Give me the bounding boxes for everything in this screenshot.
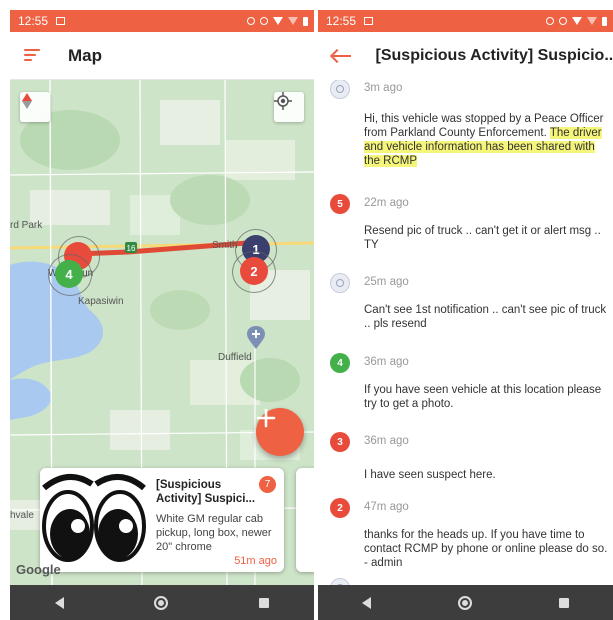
signal-icon bbox=[288, 17, 298, 25]
nav-recents-icon[interactable] bbox=[559, 597, 570, 608]
plus-icon bbox=[256, 408, 276, 428]
navigation-bar bbox=[10, 585, 314, 620]
message-time: 47m ago bbox=[364, 501, 409, 513]
wifi-icon bbox=[273, 17, 283, 25]
user-avatar: 4 bbox=[330, 353, 350, 373]
navigation-bar bbox=[318, 585, 613, 620]
map-label-park: rd Park bbox=[10, 220, 43, 231]
location-icon bbox=[546, 17, 554, 25]
app-bar: Map bbox=[10, 32, 314, 80]
nav-home-icon[interactable] bbox=[457, 595, 472, 610]
message-text: If you have seen vehicle at this locatio… bbox=[364, 384, 602, 410]
message-text: thanks for the heads up. If you have tim… bbox=[364, 529, 608, 569]
system-avatar-icon bbox=[330, 578, 350, 585]
battery-icon bbox=[303, 16, 308, 26]
next-report-card[interactable] bbox=[296, 468, 314, 572]
message-text: Hi, this vehicle was stopped by a Peace … bbox=[364, 112, 610, 168]
nav-back-icon[interactable] bbox=[361, 596, 371, 609]
map-label-hvale: hvale bbox=[10, 510, 34, 521]
report-description: White GM regular cab pickup, long box, n… bbox=[156, 513, 272, 553]
report-title: [Suspicious Activity] Suspici... bbox=[156, 479, 256, 505]
report-card[interactable]: [Suspicious Activity] Suspici... 7 White… bbox=[40, 468, 284, 572]
google-logo: Google bbox=[16, 562, 61, 577]
nav-home-icon[interactable] bbox=[154, 595, 169, 610]
system-avatar-icon bbox=[330, 273, 350, 293]
message-time: 22m ago bbox=[364, 197, 409, 209]
signal-icon bbox=[587, 17, 597, 25]
message-text: Can't see 1st notification .. can't see … bbox=[364, 304, 607, 330]
page-title: [Suspicious Activity] Suspicio... bbox=[375, 47, 613, 64]
user-avatar: 2 bbox=[330, 498, 350, 518]
svg-text:16: 16 bbox=[127, 244, 136, 253]
my-location-button[interactable] bbox=[274, 92, 304, 122]
status-bar: 12:55 bbox=[318, 10, 613, 32]
do-not-disturb-icon bbox=[559, 17, 567, 25]
menu-icon[interactable] bbox=[24, 48, 40, 63]
status-time: 12:55 bbox=[326, 14, 357, 28]
location-icon bbox=[247, 17, 255, 25]
cartoon-eyes-image bbox=[42, 474, 146, 562]
message-time: 36m ago bbox=[364, 356, 409, 368]
wifi-icon bbox=[572, 17, 582, 25]
nav-back-icon[interactable] bbox=[55, 596, 65, 609]
map-pin-2[interactable]: 2 bbox=[240, 257, 268, 285]
message-time: 36m ago bbox=[364, 435, 409, 447]
back-arrow-icon[interactable] bbox=[329, 46, 354, 66]
report-thumbnail bbox=[40, 468, 146, 572]
message-feed[interactable]: 3m ago Hi, this vehicle was stopped by a… bbox=[318, 80, 613, 585]
map-marker-icon[interactable] bbox=[246, 326, 266, 350]
message-time: 25m ago bbox=[364, 276, 409, 288]
crosshair-icon bbox=[274, 92, 292, 110]
system-avatar-icon bbox=[330, 80, 350, 99]
app-bar: [Suspicious Activity] Suspicio... bbox=[318, 32, 613, 80]
user-avatar: 3 bbox=[330, 432, 350, 452]
report-detail-screen: 12:55 [Suspicious Activity] Suspicio... … bbox=[318, 10, 613, 620]
compass-button[interactable] bbox=[20, 92, 50, 122]
status-bar: 12:55 bbox=[10, 10, 314, 32]
user-avatar: 5 bbox=[330, 194, 350, 214]
report-count-badge: 7 bbox=[259, 476, 276, 493]
report-time: 51m ago bbox=[234, 555, 277, 567]
map-label-smith: Smith bbox=[212, 240, 238, 251]
map-label-kapasiwin: Kapasiwin bbox=[78, 296, 124, 307]
notification-icon bbox=[364, 17, 374, 25]
battery-icon bbox=[602, 16, 607, 26]
page-title: Map bbox=[68, 45, 102, 65]
message-time: 3m ago bbox=[364, 82, 403, 94]
map-screen: 12:55 Map 16 rd Park Kapasiwin Smith Duf… bbox=[10, 10, 314, 620]
nav-recents-icon[interactable] bbox=[258, 597, 269, 608]
status-time: 12:55 bbox=[18, 14, 49, 28]
map-label-duffield: Duffield bbox=[218, 352, 252, 363]
add-report-button[interactable] bbox=[256, 408, 304, 456]
message-text: I have seen suspect here. bbox=[364, 469, 496, 481]
notification-icon bbox=[56, 17, 66, 25]
map-view[interactable]: 16 rd Park Wabamun Kapasiwin Smith Duffi… bbox=[10, 80, 314, 585]
map-pin-4[interactable]: 4 bbox=[55, 260, 83, 288]
do-not-disturb-icon bbox=[260, 17, 268, 25]
compass-icon bbox=[22, 93, 32, 109]
message-text: Resend pic of truck .. can't get it or a… bbox=[364, 225, 601, 251]
